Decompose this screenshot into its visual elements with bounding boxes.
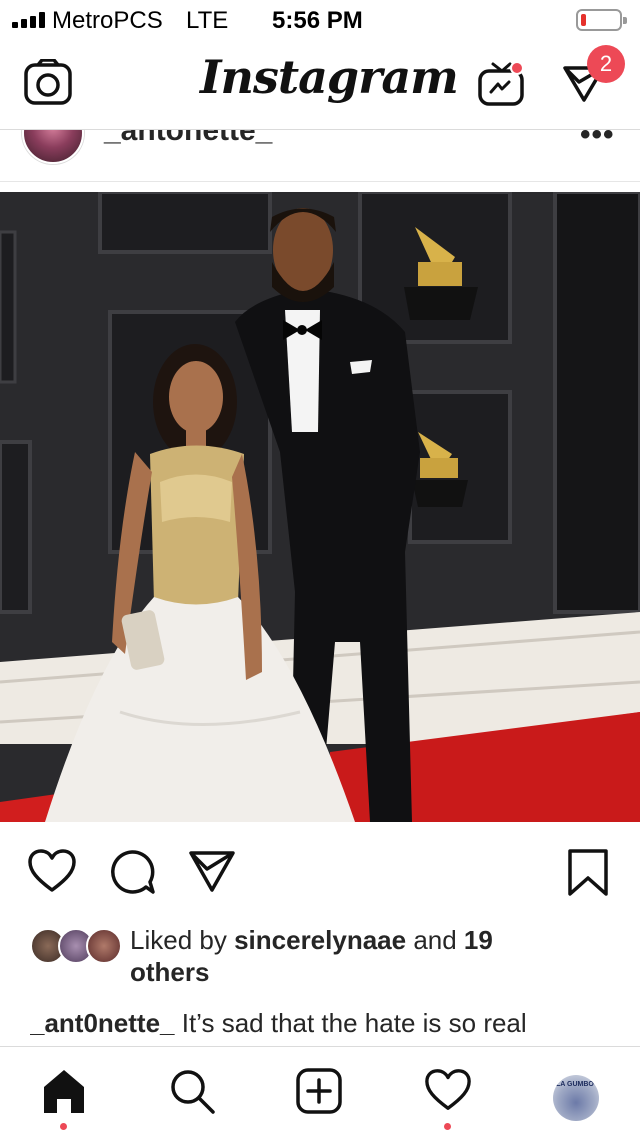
caption-username[interactable]: _ant0nette_ [30,1008,175,1038]
direct-badge: 2 [587,45,625,83]
instagram-logo: Instagram [200,50,459,104]
likes-and: and [406,925,464,955]
search-icon[interactable] [168,1067,216,1115]
share-icon[interactable] [188,848,236,894]
likes-text: Liked by sincerelynaae and 19 others [130,924,550,988]
liked-by-prefix: Liked by [130,925,235,955]
post-author-avatar[interactable] [22,130,84,164]
photo-illustration [0,192,640,822]
network-type: LTE [186,7,229,34]
more-options-icon[interactable]: ••• [580,130,615,152]
post-author-username[interactable]: _antonette_ [104,130,272,148]
clock: 5:56 PM [272,7,363,34]
post-photo[interactable] [0,192,640,822]
carrier-name: MetroPCS [52,7,163,34]
home-icon[interactable] [40,1067,88,1115]
profile-avatar-label: LA GUMBO [556,1081,594,1088]
liker-username[interactable]: sincerelynaae [234,925,406,955]
top-navbar: Instagram 2 [0,40,640,130]
comment-icon[interactable] [108,848,156,896]
cellular-signal-icon [12,12,45,28]
post-actions [0,836,640,906]
post-header: _antonette_ ••• [0,130,640,182]
liker-avatars[interactable] [30,928,130,964]
post-caption: _ant0nette_ It’s sad that the hate is so… [30,1006,620,1046]
profile-avatar[interactable]: LA GUMBO [553,1075,599,1121]
caption-text: It’s sad that the hate is so real [174,1008,527,1038]
battery-level [581,14,586,26]
bottom-tab-bar: LA GUMBO [0,1046,640,1136]
battery-icon [576,9,627,31]
heart-icon[interactable] [27,848,77,894]
camera-icon[interactable] [24,59,72,105]
igtv-icon[interactable] [476,56,528,108]
status-bar: MetroPCS LTE 5:56 PM [0,0,640,40]
new-post-icon[interactable] [295,1067,343,1115]
activity-icon[interactable] [424,1067,472,1113]
bookmark-icon[interactable] [567,848,609,898]
home-active-dot [60,1123,67,1130]
activity-notification-dot [444,1123,451,1130]
